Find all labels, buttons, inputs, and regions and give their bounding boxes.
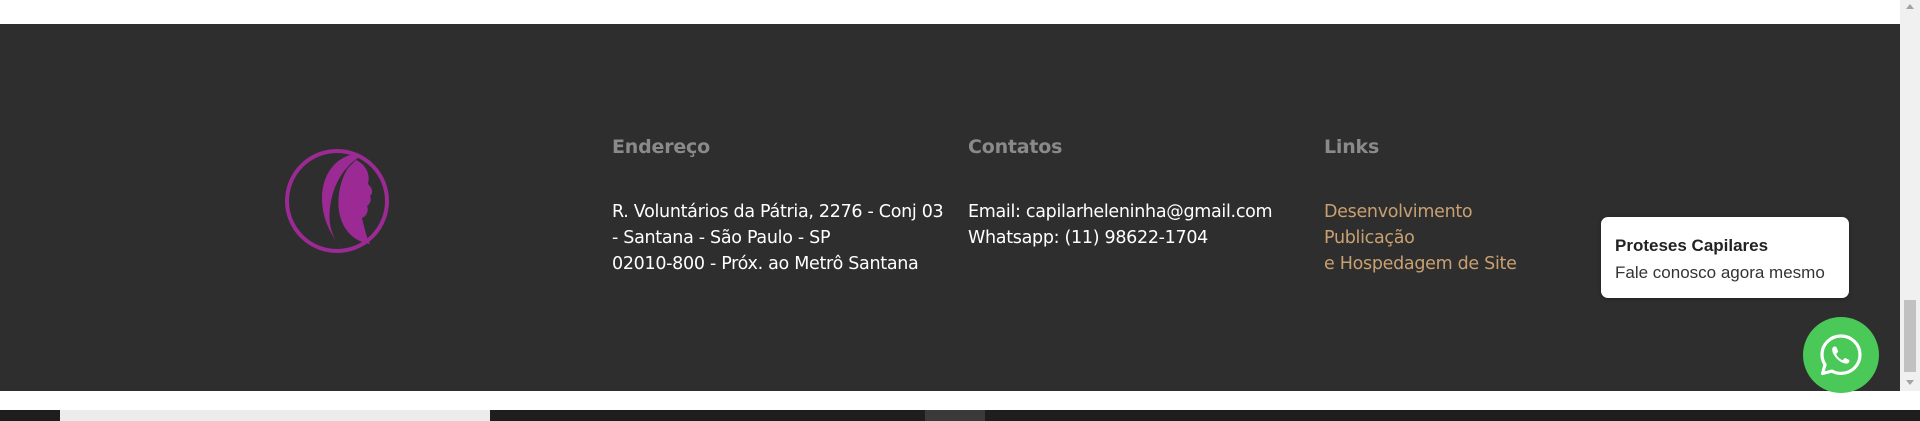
scroll-down-arrow-icon[interactable]: [1906, 380, 1914, 385]
contacts-heading: Contatos: [968, 136, 1063, 158]
contact-whatsapp: Whatsapp: (11) 98622-1704: [968, 228, 1209, 248]
footer-contacts-column: Contatos Email: capilarheleninha@gmail.c…: [968, 136, 1273, 251]
contact-email: Email: capilarheleninha@gmail.com: [968, 202, 1273, 222]
footer-links-column: Links Desenvolvimento Publicação e Hospe…: [1324, 136, 1517, 277]
site-footer: Endereço R. Voluntários da Pátria, 2276 …: [0, 24, 1900, 391]
taskbar-search-area[interactable]: [60, 410, 490, 421]
taskbar-active-app[interactable]: [925, 410, 985, 421]
links-heading: Links: [1324, 136, 1380, 158]
scroll-up-arrow-icon[interactable]: [1906, 4, 1914, 9]
vertical-scrollbar[interactable]: [1900, 0, 1920, 391]
page: Endereço R. Voluntários da Pátria, 2276 …: [0, 0, 1920, 421]
whatsapp-button[interactable]: [1803, 317, 1879, 393]
woman-profile-logo-icon[interactable]: [282, 146, 392, 256]
address-line-3: 02010-800 - Próx. ao Metrô Santana: [612, 254, 919, 274]
chat-popup-message: Fale conosco agora mesmo: [1615, 263, 1825, 282]
whatsapp-icon: [1820, 334, 1862, 376]
chat-popup-title: Proteses Capilares: [1615, 236, 1769, 255]
whatsapp-chat-popup[interactable]: Proteses Capilares Fale conosco agora me…: [1601, 217, 1849, 298]
page-content-top: [0, 0, 1900, 24]
address-line-1: R. Voluntários da Pátria, 2276 - Conj 03: [612, 202, 944, 222]
os-taskbar: [0, 410, 1920, 421]
address-heading: Endereço: [612, 136, 710, 158]
link-publicacao[interactable]: Publicação: [1324, 225, 1517, 251]
link-desenvolvimento[interactable]: Desenvolvimento: [1324, 199, 1517, 225]
scrollbar-thumb[interactable]: [1904, 300, 1916, 372]
footer-address-column: Endereço R. Voluntários da Pátria, 2276 …: [612, 136, 944, 277]
link-hospedagem[interactable]: e Hospedagem de Site: [1324, 251, 1517, 277]
address-line-2: - Santana - São Paulo - SP: [612, 228, 831, 248]
